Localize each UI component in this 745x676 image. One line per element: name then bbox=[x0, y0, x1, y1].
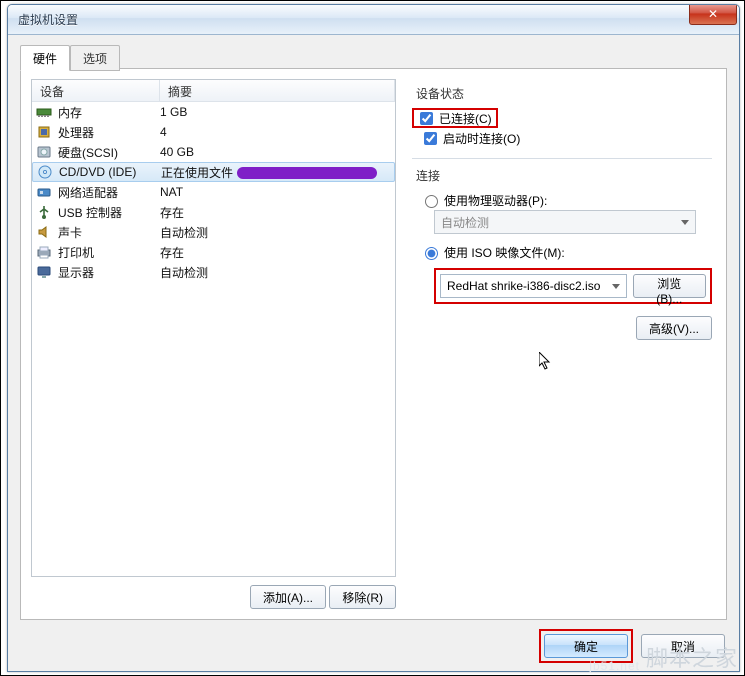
chevron-down-icon bbox=[612, 284, 620, 289]
device-label: 声卡 bbox=[58, 224, 160, 241]
add-button[interactable]: 添加(A)... bbox=[250, 585, 326, 609]
row-physical: 使用物理驱动器(P): bbox=[420, 190, 712, 210]
memory-icon bbox=[36, 104, 52, 120]
device-summary: 自动检测 bbox=[160, 224, 395, 241]
device-label: 显示器 bbox=[58, 264, 160, 281]
close-button[interactable]: ✕ bbox=[689, 5, 737, 25]
device-label: 打印机 bbox=[58, 244, 160, 261]
device-row-printer[interactable]: 打印机存在 bbox=[32, 242, 395, 262]
label-physical: 使用物理驱动器(P): bbox=[444, 192, 547, 209]
device-summary: NAT bbox=[160, 185, 395, 199]
label-connect-at-power: 启动时连接(O) bbox=[443, 130, 520, 147]
checkbox-connected[interactable] bbox=[420, 112, 433, 125]
row-connected: 已连接(C) bbox=[416, 108, 492, 128]
device-row-net[interactable]: 网络适配器NAT bbox=[32, 182, 395, 202]
combo-physical-drive: 自动检测 bbox=[434, 210, 696, 234]
device-label: CD/DVD (IDE) bbox=[59, 165, 161, 179]
row-connect-at-power: 启动时连接(O) bbox=[420, 128, 712, 148]
device-row-display[interactable]: 显示器自动检测 bbox=[32, 262, 395, 282]
list-rows: 内存1 GB处理器4硬盘(SCSI)40 GBCD/DVD (IDE)正在使用文… bbox=[32, 102, 395, 282]
usb-icon bbox=[36, 204, 52, 220]
device-label: 网络适配器 bbox=[58, 184, 160, 201]
device-row-cd[interactable]: CD/DVD (IDE)正在使用文件 bbox=[32, 162, 395, 182]
window-title: 虚拟机设置 bbox=[18, 11, 78, 28]
viewport: 虚拟机设置 ✕ 硬件选项 设备 摘要 内存1 GB处理器4硬盘(SCSI)40 … bbox=[0, 0, 745, 676]
col-summary[interactable]: 摘要 bbox=[160, 80, 395, 101]
device-label: 处理器 bbox=[58, 124, 160, 141]
tab-strip: 硬件选项 bbox=[20, 45, 727, 69]
cancel-button[interactable]: 取消 bbox=[641, 634, 725, 658]
highlight-connected: 已连接(C) bbox=[412, 108, 498, 128]
remove-button[interactable]: 移除(R) bbox=[329, 585, 396, 609]
dialog-footer: 确定 取消 bbox=[539, 629, 725, 663]
advanced-row: 高级(V)... bbox=[412, 316, 712, 340]
combo-iso-value: RedHat shrike-i386-disc2.iso bbox=[447, 279, 600, 293]
radio-physical[interactable] bbox=[425, 195, 438, 208]
device-summary: 4 bbox=[160, 125, 395, 139]
dialog-window: 虚拟机设置 ✕ 硬件选项 设备 摘要 内存1 GB处理器4硬盘(SCSI)40 … bbox=[7, 4, 740, 672]
highlight-iso: RedHat shrike-i386-disc2.iso 浏览(B)... bbox=[434, 268, 712, 304]
printer-icon bbox=[36, 244, 52, 260]
separator bbox=[412, 158, 712, 159]
device-summary: 自动检测 bbox=[160, 264, 395, 281]
ok-button[interactable]: 确定 bbox=[544, 634, 628, 658]
device-label: 硬盘(SCSI) bbox=[58, 144, 160, 161]
net-icon bbox=[36, 184, 52, 200]
list-header: 设备 摘要 bbox=[32, 80, 395, 102]
hardware-buttons: 添加(A)... 移除(R) bbox=[31, 585, 396, 609]
device-summary: 存在 bbox=[160, 204, 395, 221]
device-summary: 存在 bbox=[160, 244, 395, 261]
browse-button[interactable]: 浏览(B)... bbox=[633, 274, 706, 298]
advanced-button[interactable]: 高级(V)... bbox=[636, 316, 712, 340]
group-connection-title: 连接 bbox=[416, 167, 712, 184]
device-label: USB 控制器 bbox=[58, 204, 160, 221]
titlebar[interactable]: 虚拟机设置 ✕ bbox=[8, 5, 739, 35]
hardware-list: 设备 摘要 内存1 GB处理器4硬盘(SCSI)40 GBCD/DVD (IDE… bbox=[31, 79, 396, 577]
hdd-icon bbox=[36, 144, 52, 160]
display-icon bbox=[36, 264, 52, 280]
cpu-icon bbox=[36, 124, 52, 140]
col-device[interactable]: 设备 bbox=[32, 80, 160, 101]
device-summary: 40 GB bbox=[160, 145, 395, 159]
radio-iso[interactable] bbox=[425, 247, 438, 260]
device-summary: 正在使用文件 bbox=[161, 164, 394, 181]
label-iso: 使用 ISO 映像文件(M): bbox=[444, 244, 565, 261]
combo-physical-value: 自动检测 bbox=[441, 214, 489, 231]
highlight-ok: 确定 bbox=[539, 629, 633, 663]
device-row-hdd[interactable]: 硬盘(SCSI)40 GB bbox=[32, 142, 395, 162]
group-status-title: 设备状态 bbox=[416, 85, 712, 102]
device-label: 内存 bbox=[58, 104, 160, 121]
left-pane: 设备 摘要 内存1 GB处理器4硬盘(SCSI)40 GBCD/DVD (IDE… bbox=[31, 79, 396, 609]
iso-row: RedHat shrike-i386-disc2.iso 浏览(B)... bbox=[434, 268, 712, 304]
tab-options[interactable]: 选项 bbox=[70, 45, 120, 71]
sound-icon bbox=[36, 224, 52, 240]
device-row-sound[interactable]: 声卡自动检测 bbox=[32, 222, 395, 242]
redaction bbox=[237, 167, 377, 179]
row-iso: 使用 ISO 映像文件(M): bbox=[420, 242, 712, 262]
tab-body: 设备 摘要 内存1 GB处理器4硬盘(SCSI)40 GBCD/DVD (IDE… bbox=[20, 68, 727, 620]
device-row-usb[interactable]: USB 控制器存在 bbox=[32, 202, 395, 222]
label-connected: 已连接(C) bbox=[439, 110, 492, 127]
tab-hardware[interactable]: 硬件 bbox=[20, 45, 70, 71]
client-area: 硬件选项 设备 摘要 内存1 GB处理器4硬盘(SCSI)40 GBCD/DVD… bbox=[8, 35, 739, 671]
combo-iso-file[interactable]: RedHat shrike-i386-disc2.iso bbox=[440, 274, 627, 298]
right-pane: 设备状态 已连接(C) 启动时连接(O) 连接 使用物理驱动器(P): bbox=[408, 79, 716, 609]
checkbox-connect-at-power[interactable] bbox=[424, 132, 437, 145]
cd-icon bbox=[37, 164, 53, 180]
chevron-down-icon bbox=[681, 220, 689, 225]
device-summary: 1 GB bbox=[160, 105, 395, 119]
device-row-cpu[interactable]: 处理器4 bbox=[32, 122, 395, 142]
device-row-memory[interactable]: 内存1 GB bbox=[32, 102, 395, 122]
